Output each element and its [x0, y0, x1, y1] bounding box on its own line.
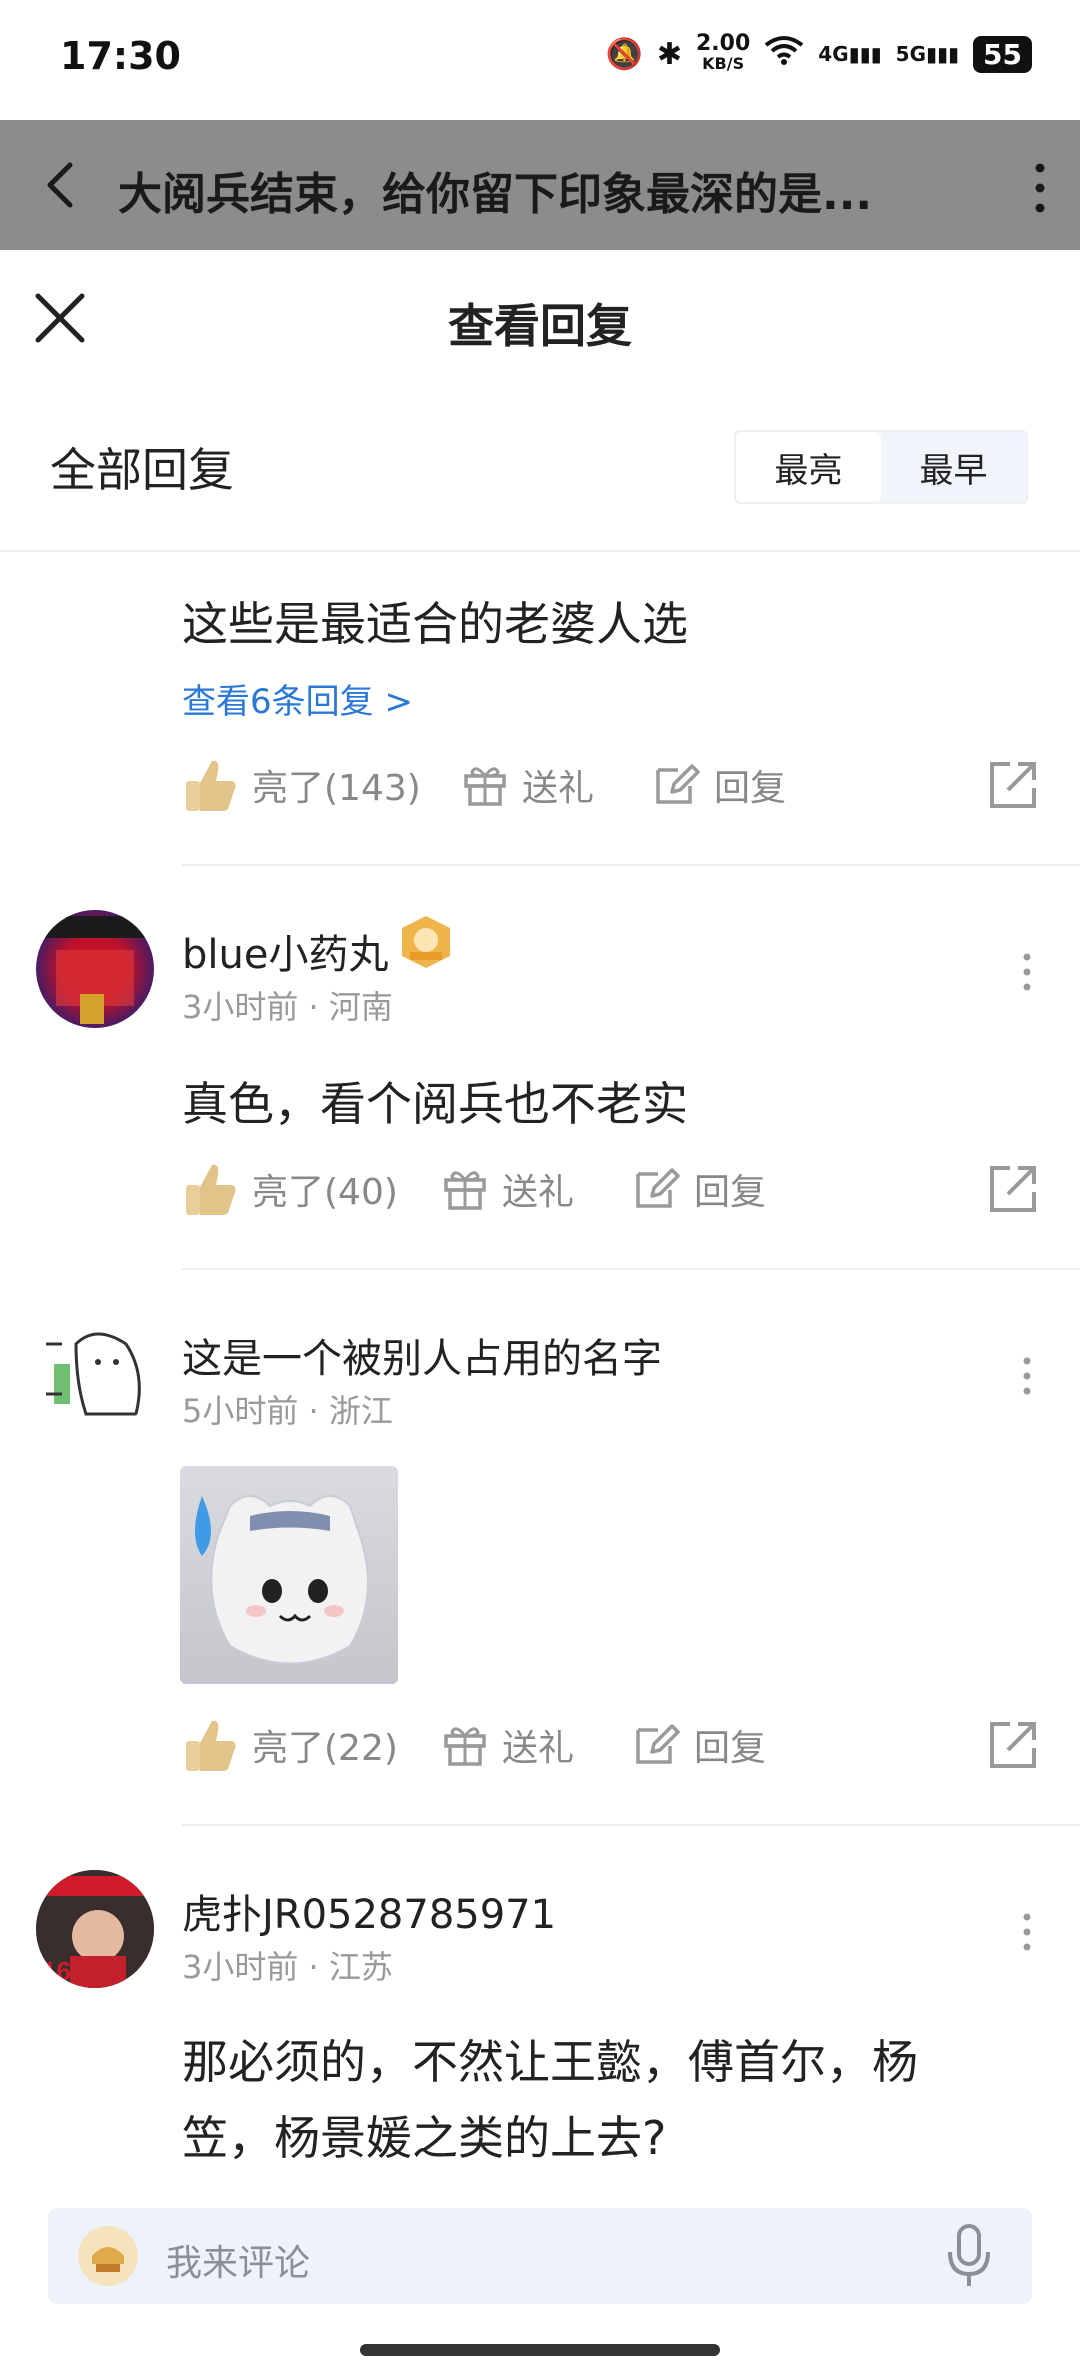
- comment-input[interactable]: 我来评论: [48, 2208, 1032, 2304]
- net-speed: 2.00 KB/S: [696, 31, 751, 74]
- more-icon[interactable]: [1022, 952, 1032, 992]
- row-divider: [182, 864, 1080, 866]
- bottom-bar: 我来评论: [0, 2168, 1080, 2376]
- battery-icon: 55: [973, 35, 1032, 73]
- status-time: 17:30: [60, 34, 181, 78]
- mute-icon: 🔕: [605, 36, 643, 72]
- gift-icon: [444, 1727, 486, 1766]
- divider: [0, 550, 1080, 552]
- user-meta: 3小时前 · 河南: [182, 988, 393, 1026]
- status-icons: 🔕 ✱ 2.00 KB/S 4G▮▮▮ 5G▮▮▮ 55: [605, 31, 1032, 74]
- reply-label: 回复: [694, 1728, 767, 1769]
- gift-label: 送礼: [522, 768, 595, 809]
- avatar[interactable]: [36, 910, 154, 1028]
- like-button[interactable]: 亮了(22): [182, 1710, 398, 1780]
- reply-icon: [636, 1168, 680, 1208]
- reply-label: 回复: [714, 768, 787, 809]
- sheet-title: 查看回复: [448, 299, 632, 353]
- network-5g-label: 5G: [895, 42, 926, 66]
- more-icon[interactable]: [1028, 160, 1052, 216]
- row-divider: [182, 1824, 1080, 1826]
- sort-option-brightest[interactable]: 最亮: [736, 432, 881, 502]
- avatar[interactable]: 16: [36, 1870, 154, 1988]
- gift-icon: [444, 1171, 486, 1210]
- mic-icon[interactable]: [944, 2222, 994, 2290]
- sort-option-earliest[interactable]: 最早: [881, 432, 1026, 502]
- svg-text:16: 16: [42, 1956, 71, 1986]
- gift-button[interactable]: 送礼: [462, 750, 594, 820]
- thumb-up-icon: [186, 760, 236, 811]
- like-count: 亮了(22): [252, 1728, 398, 1769]
- sticker-image[interactable]: [180, 1466, 398, 1684]
- back-icon[interactable]: [40, 160, 80, 210]
- wifi-icon: [764, 35, 804, 73]
- page-title: 大阅兵结束，给你留下印象最深的是...: [118, 169, 873, 220]
- net-speed-unit: KB/S: [702, 54, 745, 73]
- user-name[interactable]: blue小药丸: [182, 922, 388, 980]
- gift-label: 送礼: [502, 1172, 575, 1213]
- network-4g-label: 4G: [818, 42, 849, 66]
- like-count: 亮了(143): [252, 768, 421, 809]
- sort-toggle: 最亮 最早: [734, 430, 1028, 504]
- user-badge-icon: [402, 916, 450, 968]
- action-row: 亮了(40) 送礼 回复: [182, 1154, 1038, 1224]
- home-indicator: [360, 2344, 720, 2356]
- comment-text-line: 那必须的，不然让王懿，傅首尔，杨: [182, 2035, 918, 2089]
- section-title: 全部回复: [50, 443, 234, 497]
- bluetooth-icon: ✱: [656, 36, 682, 72]
- gift-icon: [464, 767, 506, 806]
- like-button[interactable]: 亮了(143): [182, 750, 421, 820]
- like-button[interactable]: 亮了(40): [182, 1154, 398, 1224]
- status-bar: 17:30 🔕 ✱ 2.00 KB/S 4G▮▮▮ 5G▮▮▮ 55: [0, 0, 1080, 120]
- gift-button[interactable]: 送礼: [442, 1710, 574, 1780]
- reply-button[interactable]: 回复: [632, 1710, 766, 1780]
- user-name[interactable]: 这是一个被别人占用的名字: [182, 1326, 662, 1384]
- comment-text: 这些是最适合的老婆人选: [182, 597, 688, 651]
- thumb-up-icon: [186, 1164, 236, 1215]
- share-icon[interactable]: [988, 1164, 1038, 1214]
- avatar[interactable]: [36, 1314, 154, 1432]
- user-avatar: [78, 2226, 138, 2286]
- thumb-up-icon: [186, 1720, 236, 1771]
- signal-5g-icon: 5G▮▮▮: [895, 42, 960, 66]
- comment-text: 真色，看个阅兵也不老实: [182, 1077, 688, 1131]
- user-meta: 3小时前 · 江苏: [182, 1948, 393, 1986]
- action-row: 亮了(22) 送礼 回复: [182, 1710, 1038, 1780]
- like-count: 亮了(40): [252, 1172, 398, 1213]
- gift-label: 送礼: [502, 1728, 575, 1769]
- reply-button[interactable]: 回复: [632, 1154, 766, 1224]
- share-icon[interactable]: [988, 760, 1038, 810]
- user-name[interactable]: 虎扑JR0528785971: [182, 1882, 556, 1940]
- action-row: 亮了(143) 送礼 回复: [182, 750, 1038, 820]
- comment-placeholder: 我来评论: [166, 2243, 311, 2284]
- user-meta: 5小时前 · 浙江: [182, 1392, 393, 1430]
- sticker-drawing: [195, 1495, 369, 1665]
- more-icon[interactable]: [1022, 1912, 1032, 1952]
- avatar-image: [80, 2228, 136, 2284]
- reply-label: 回复: [694, 1172, 767, 1213]
- signal-4g-icon: 4G▮▮▮: [818, 42, 882, 66]
- share-icon[interactable]: [988, 1720, 1038, 1770]
- view-replies-link[interactable]: 查看6条回复 >: [182, 674, 413, 723]
- reply-sheet: 查看回复 全部回复 最亮 最早 这些是最适合的老婆人选 查看6条回复 > 亮了(…: [0, 250, 1080, 2376]
- gift-button[interactable]: 送礼: [442, 1154, 574, 1224]
- page-header: 大阅兵结束，给你留下印象最深的是...: [0, 120, 1080, 250]
- comment-text-line: 笠，杨景媛之类的上去?: [182, 2111, 667, 2165]
- net-speed-value: 2.00: [696, 31, 751, 56]
- avatar-image: 16: [36, 1870, 154, 1988]
- avatar-image: [38, 916, 152, 1024]
- row-divider: [182, 1268, 1080, 1270]
- reply-icon: [636, 1724, 680, 1764]
- reply-icon: [656, 764, 700, 804]
- reply-button[interactable]: 回复: [652, 750, 786, 820]
- avatar-image: [46, 1332, 141, 1416]
- more-icon[interactable]: [1022, 1356, 1032, 1396]
